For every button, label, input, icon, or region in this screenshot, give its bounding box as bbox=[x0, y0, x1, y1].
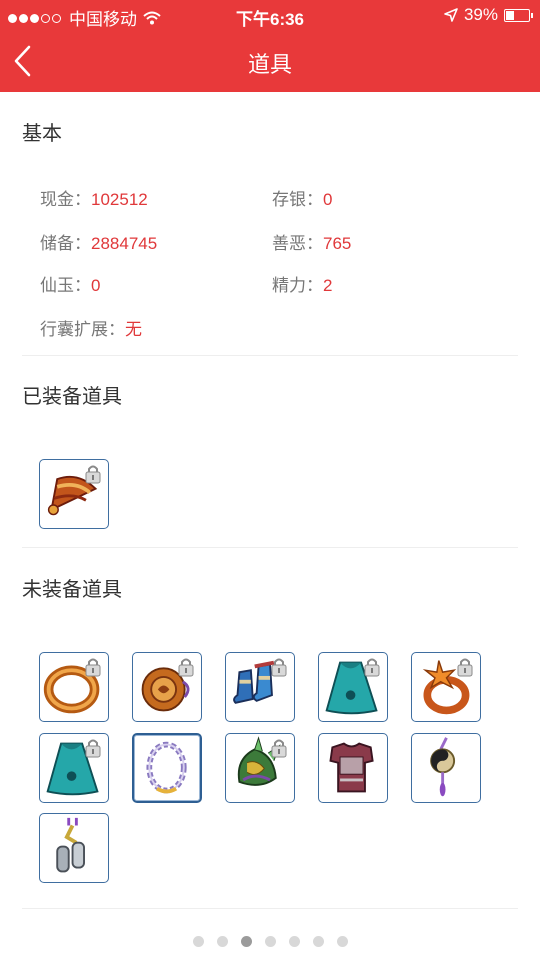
page-dot[interactable] bbox=[312, 936, 324, 947]
lock-icon bbox=[364, 658, 380, 677]
jade-value: 0 bbox=[91, 276, 101, 295]
energy-value: 2 bbox=[323, 276, 333, 295]
inventory-item-slot[interactable] bbox=[411, 652, 481, 722]
inventory-item-slot[interactable] bbox=[39, 733, 109, 803]
karma-label: 善恶： bbox=[272, 234, 323, 253]
basic-section-title: 基本 bbox=[22, 123, 62, 145]
page-dot[interactable] bbox=[288, 936, 300, 947]
cash-value: 102512 bbox=[91, 190, 148, 209]
lock-icon bbox=[457, 658, 473, 677]
yinyang-pendant-icon bbox=[430, 737, 456, 797]
equipped-section-title: 已装备道具 bbox=[22, 386, 122, 408]
lock-icon bbox=[271, 658, 287, 677]
reserve-value: 2884745 bbox=[91, 234, 158, 253]
karma-field: 善恶：765 bbox=[272, 229, 351, 254]
lock-icon bbox=[85, 658, 101, 677]
reserve-field: 储备：2884745 bbox=[40, 229, 157, 254]
jade-field: 仙玉：0 bbox=[40, 271, 100, 296]
page-dot[interactable] bbox=[336, 936, 348, 947]
unequipped-section-title: 未装备道具 bbox=[22, 579, 122, 601]
deposit-field: 存银：0 bbox=[272, 185, 332, 210]
cash-field: 现金：102512 bbox=[40, 185, 148, 210]
bead-necklace-icon bbox=[146, 741, 187, 794]
lock-icon bbox=[178, 658, 194, 677]
page-dot[interactable] bbox=[216, 936, 228, 947]
bag-expansion-field: 行囊扩展：无 bbox=[40, 315, 142, 340]
inventory-item-slot[interactable] bbox=[318, 733, 388, 803]
inventory-item-slot[interactable] bbox=[225, 652, 295, 722]
energy-label: 精力： bbox=[272, 276, 323, 295]
equipped-item-fan[interactable] bbox=[39, 459, 109, 529]
inventory-item-slot[interactable] bbox=[39, 652, 109, 722]
bag-expansion-label: 行囊扩展： bbox=[40, 320, 125, 339]
divider bbox=[22, 547, 518, 548]
nav-bar: 道具 bbox=[0, 30, 540, 92]
divider bbox=[22, 908, 518, 909]
energy-field: 精力：2 bbox=[272, 271, 332, 296]
page-dot[interactable] bbox=[192, 936, 204, 947]
page-dot-active[interactable] bbox=[240, 936, 252, 947]
page-dot[interactable] bbox=[264, 936, 276, 947]
inventory-item-slot[interactable] bbox=[318, 652, 388, 722]
bag-expansion-value: 无 bbox=[125, 320, 142, 339]
battery-icon bbox=[504, 8, 533, 22]
page-title: 道具 bbox=[247, 52, 292, 77]
karma-value: 765 bbox=[323, 234, 352, 253]
inventory-item-slot[interactable] bbox=[39, 813, 109, 883]
chain-weight-icon bbox=[56, 817, 85, 873]
inventory-item-slot[interactable] bbox=[225, 733, 295, 803]
lock-icon bbox=[271, 739, 287, 758]
inventory-item-slot-selected[interactable] bbox=[132, 733, 202, 803]
page-indicator[interactable] bbox=[0, 934, 540, 952]
deposit-value: 0 bbox=[323, 190, 333, 209]
status-right: 39% bbox=[444, 5, 533, 25]
inventory-item-slot[interactable] bbox=[411, 733, 481, 803]
jade-label: 仙玉： bbox=[40, 276, 91, 295]
lock-icon bbox=[85, 739, 101, 758]
lock-icon bbox=[85, 465, 101, 484]
divider bbox=[22, 355, 518, 356]
armor-icon bbox=[329, 742, 374, 793]
deposit-label: 存银： bbox=[272, 190, 323, 209]
reserve-label: 储备： bbox=[40, 234, 91, 253]
cash-label: 现金： bbox=[40, 190, 91, 209]
battery-percent: 39% bbox=[463, 5, 498, 24]
status-bar: 中国移动 下午6:36 39% bbox=[0, 0, 540, 30]
location-arrow-icon bbox=[444, 8, 458, 22]
inventory-item-slot[interactable] bbox=[132, 652, 202, 722]
